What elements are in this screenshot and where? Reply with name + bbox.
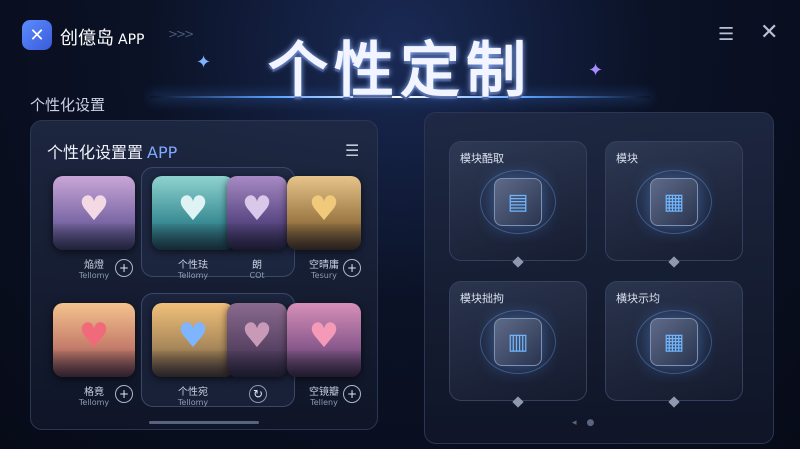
module-card[interactable]: 横块示均 ▦ (605, 281, 743, 408)
panel-header-text: 个性化设置置 (47, 143, 144, 162)
theme-card[interactable]: ♥ 个性宛 Tellomy (152, 303, 234, 407)
module-label: 模块拙拘 (460, 292, 504, 305)
module-label: 横块示均 (616, 292, 660, 305)
theme-subtitle: COt (249, 271, 265, 280)
diamond-icon (668, 396, 680, 408)
panel-header: 个性化设置置 APP (47, 139, 177, 163)
building-cube-icon: ▦ (650, 178, 698, 226)
theme-thumbnail: ♥ (287, 176, 361, 250)
theme-thumbnail: ♥ (227, 303, 287, 377)
plus-icon[interactable]: + (343, 259, 361, 277)
heart-icon: ♥ (177, 315, 209, 356)
diamond-icon (512, 256, 524, 268)
diamond-icon (512, 396, 524, 408)
theme-thumbnail: ♥ (287, 303, 361, 377)
refresh-icon[interactable]: ↻ (249, 385, 267, 403)
heart-icon: ♥ (78, 188, 110, 229)
theme-label: 个性宛 (178, 387, 208, 398)
modules-panel: 模块酷取 ▤ 模块 ▦ 模块拙拘 ▥ 横块示均 ▦ (424, 112, 774, 444)
heart-icon: ♥ (78, 315, 110, 356)
hero-title: 个性定制 (268, 36, 532, 106)
module-card[interactable]: 模块 ▦ (605, 141, 743, 268)
close-icon[interactable]: ✕ (760, 20, 778, 45)
module-card[interactable]: 模块拙拘 ▥ (449, 281, 587, 408)
building-cube-icon: ▦ (650, 318, 698, 366)
theme-subtitle: Tellomy (177, 398, 209, 407)
theme-thumbnail: ♥ (152, 303, 234, 377)
section-label: 个性化设置 (30, 96, 106, 114)
theme-label: 朗 (252, 260, 262, 271)
theme-card[interactable]: ♥ 个性珐 Tellomy (152, 176, 234, 280)
module-label: 模块酷取 (460, 152, 504, 165)
plus-icon[interactable]: + (115, 385, 133, 403)
heart-icon: ♥ (177, 188, 209, 229)
theme-thumbnail: ♥ (53, 303, 135, 377)
theme-subtitle: Tellomy (177, 271, 209, 280)
heart-icon: ♥ (308, 315, 340, 356)
theme-thumbnail: ♥ (152, 176, 234, 250)
theme-card[interactable]: ♥ (227, 303, 287, 377)
personalization-panel: 个性化设置置 APP ☰ ♥ 焔燈 Tellomy + ♥ 个性珐 Tellomy… (30, 120, 378, 430)
diamond-icon (668, 256, 680, 268)
theme-label: 个性珐 (178, 260, 208, 271)
edit-list-icon[interactable]: ☰ (718, 24, 734, 45)
heart-icon: ♥ (308, 188, 340, 229)
server-cube-icon: ▤ (494, 178, 542, 226)
horizontal-scrollbar[interactable] (149, 421, 259, 424)
server-cube-icon: ▥ (494, 318, 542, 366)
plus-icon[interactable]: + (115, 259, 133, 277)
menu-list-icon[interactable]: ☰ (345, 141, 359, 160)
sparkle-icon: ✦ (196, 52, 212, 73)
heart-icon: ♥ (241, 315, 273, 356)
sparkle-icon: ✦ (588, 60, 604, 81)
heart-icon: ♥ (241, 188, 273, 229)
module-card[interactable]: 模块酷取 ▤ (449, 141, 587, 268)
panel-header-accent: APP (147, 143, 178, 162)
pager-dots[interactable]: ◂● (572, 418, 604, 428)
theme-thumbnail: ♥ (53, 176, 135, 250)
theme-thumbnail: ♥ (227, 176, 287, 250)
plus-icon[interactable]: + (343, 385, 361, 403)
module-label: 模块 (616, 152, 638, 165)
theme-card[interactable]: ♥ 朗 COt (227, 176, 287, 280)
